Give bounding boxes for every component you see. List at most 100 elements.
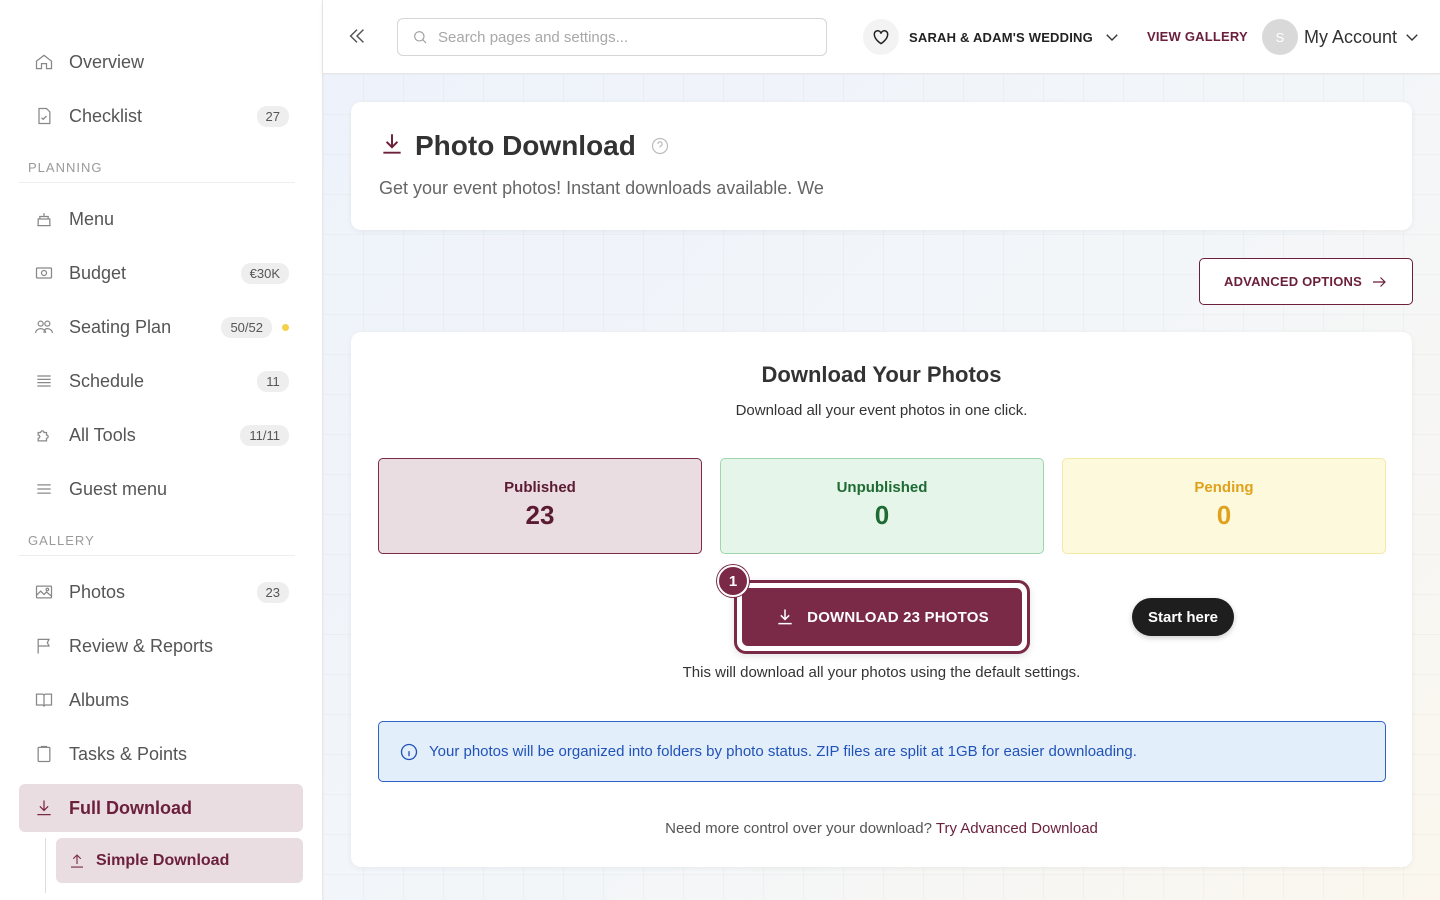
search-icon (414, 31, 427, 44)
sidebar-item-label: Photos (69, 581, 126, 602)
arrow-right-icon (1373, 276, 1386, 287)
more-control-text: Need more control over your download? Tr… (351, 820, 1412, 837)
sidebar-item-tasks-points[interactable]: Tasks & Points (19, 730, 303, 778)
section-title-planning: PLANNING (19, 146, 295, 183)
chevron-down-icon (1106, 34, 1118, 41)
sidebar-item-simple-download[interactable]: Simple Download (56, 838, 303, 883)
stat-published: Published 23 (378, 458, 702, 554)
advanced-download-link[interactable]: Try Advanced Download (936, 820, 1098, 837)
sidebar-item-review-reports[interactable]: Review & Reports (19, 622, 303, 670)
chevron-down-icon (1406, 34, 1418, 41)
heart-icon (863, 19, 899, 55)
event-selector[interactable]: SARAH & ADAM'S WEDDING (863, 19, 1121, 55)
list-icon (33, 370, 55, 392)
sidebar-item-photos[interactable]: Photos 23 (19, 568, 303, 616)
sidebar-item-label: Checklist (69, 105, 143, 126)
account-label: My Account (1304, 26, 1398, 47)
sidebar-item-budget[interactable]: Budget €30K (19, 249, 303, 297)
advanced-options-label: ADVANCED OPTIONS (1223, 274, 1363, 289)
sidebar-item-overview[interactable]: Overview (19, 38, 303, 86)
count-badge: 50/52 (221, 316, 272, 338)
status-dot (282, 323, 289, 331)
download-photos-button[interactable]: DOWNLOAD 23 PHOTOS (742, 588, 1022, 646)
event-name: SARAH & ADAM'S WEDDING (909, 29, 1093, 45)
sidebar-item-guest-menu[interactable]: Guest menu (19, 465, 303, 513)
collapse-sidebar-button[interactable] (345, 24, 369, 48)
sidebar-item-schedule[interactable]: Schedule 11 (19, 357, 303, 405)
sidebar-item-full-download[interactable]: Full Download (19, 784, 303, 832)
sidebar-item-label: Full Download (69, 797, 192, 818)
image-icon (33, 581, 55, 603)
sidebar-item-all-tools[interactable]: All Tools 11/11 (19, 411, 303, 459)
sidebar-item-label: Budget (69, 262, 127, 283)
flag-icon (33, 635, 55, 657)
topbar: SARAH & ADAM'S WEDDING VIEW GALLERY S My… (323, 0, 1440, 74)
puzzle-icon (33, 424, 55, 446)
sidebar-item-menu[interactable]: Menu (19, 195, 303, 243)
more-control-question: Need more control over your download? (665, 820, 932, 837)
stat-label: Published (504, 479, 576, 496)
main-content: Photo Download Get your event photos! In… (323, 74, 1440, 900)
count-badge: €30K (240, 262, 289, 284)
help-icon[interactable] (650, 136, 670, 156)
advanced-options-button[interactable]: ADVANCED OPTIONS (1199, 258, 1413, 305)
step-number-badge: 1 (717, 565, 749, 597)
clipboard-icon (33, 743, 55, 765)
checklist-icon (33, 105, 55, 127)
download-subtitle: Download all your event photos in one cl… (735, 402, 1028, 419)
account-menu[interactable]: S My Account (1262, 19, 1421, 55)
sidebar-item-label: Albums (69, 689, 130, 710)
section-title-gallery: GALLERY (19, 519, 295, 556)
download-card: Download Your Photos Download all your e… (351, 332, 1412, 867)
sidebar-subnav: Simple Download (19, 838, 303, 893)
double-chevron-left-icon (349, 29, 364, 43)
view-gallery-link[interactable]: VIEW GALLERY (1147, 29, 1248, 44)
stat-unpublished: Unpublished 0 (720, 458, 1044, 554)
stat-value: 0 (1216, 500, 1232, 530)
sidebar-item-checklist[interactable]: Checklist 27 (19, 92, 303, 140)
info-alert: Your photos will be organized into folde… (378, 721, 1386, 782)
sidebar-item-label: All Tools (69, 424, 136, 445)
sidebar-item-label: Menu (69, 208, 115, 229)
money-icon (33, 262, 55, 284)
sidebar-item-seating-plan[interactable]: Seating Plan 50/52 (19, 303, 303, 351)
count-badge: 11 (257, 370, 289, 392)
sidebar-item-label: Tasks & Points (69, 743, 188, 764)
sidebar-item-label: Overview (69, 51, 145, 72)
download-note: This will download all your photos using… (682, 664, 1081, 681)
page-subtitle: Get your event photos! Instant downloads… (379, 178, 824, 198)
info-text: Your photos will be organized into folde… (429, 743, 1137, 760)
cake-icon (33, 208, 55, 230)
avatar: S (1262, 19, 1298, 55)
stat-pending: Pending 0 (1062, 458, 1386, 554)
start-here-tooltip: Start here (1132, 598, 1234, 636)
sidebar-item-albums[interactable]: Albums (19, 676, 303, 724)
download-button-highlight: DOWNLOAD 23 PHOTOS (734, 580, 1030, 654)
count-badge: 11/11 (240, 424, 289, 446)
sidebar-item-label: Schedule (69, 370, 145, 391)
stat-value: 0 (874, 500, 890, 530)
page-header-card: Photo Download Get your event photos! In… (351, 102, 1412, 230)
sidebar-item-label: Seating Plan (69, 316, 172, 337)
download-icon (33, 797, 55, 819)
stat-label: Unpublished (836, 479, 928, 496)
stat-value: 23 (525, 500, 555, 530)
search-box[interactable] (397, 18, 827, 56)
menu-icon (33, 478, 55, 500)
count-badge: 23 (256, 581, 289, 603)
stat-label: Pending (1194, 479, 1254, 496)
download-button-label: DOWNLOAD 23 PHOTOS (807, 608, 989, 626)
info-icon (400, 743, 418, 760)
home-icon (33, 51, 55, 73)
search-input[interactable] (438, 28, 808, 46)
sidebar-item-label: Review & Reports (69, 635, 214, 656)
sidebar: Overview Checklist 27 PLANNING Menu Budg… (0, 0, 323, 900)
count-badge: 27 (256, 105, 289, 127)
download-title: Download Your Photos (761, 362, 1002, 387)
upload-icon (66, 850, 88, 872)
people-icon (33, 316, 55, 338)
book-icon (33, 689, 55, 711)
download-icon (379, 131, 405, 162)
sidebar-item-label: Simple Download (96, 851, 230, 869)
sidebar-item-label: Guest menu (69, 478, 168, 499)
